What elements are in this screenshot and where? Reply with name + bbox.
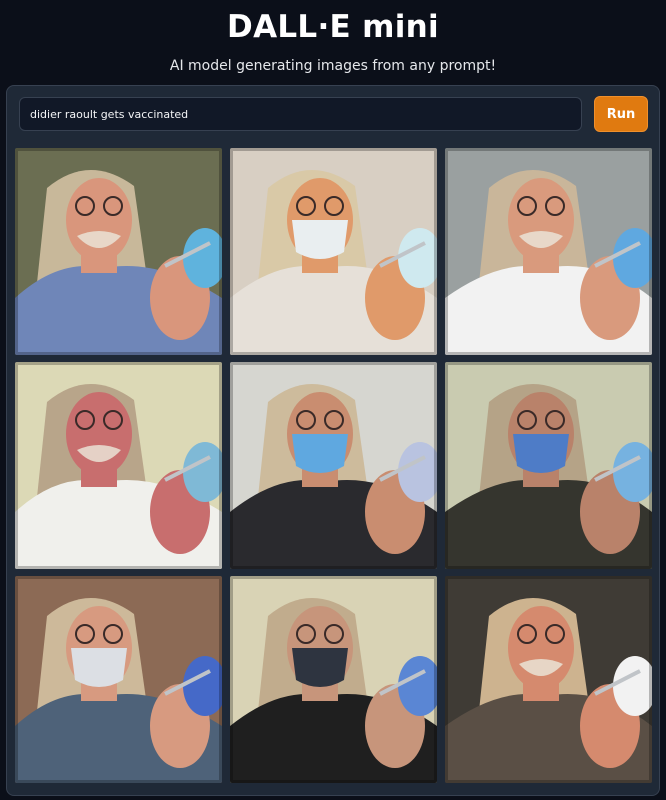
app-title: DALL·E mini bbox=[227, 9, 439, 45]
generated-image-7[interactable] bbox=[15, 576, 222, 783]
generated-image-6[interactable] bbox=[445, 362, 652, 569]
prompt-input[interactable] bbox=[19, 97, 582, 131]
generated-image-2[interactable] bbox=[230, 148, 437, 355]
image-gallery bbox=[15, 148, 652, 788]
main-panel: Run bbox=[6, 85, 660, 796]
generated-image-1[interactable] bbox=[15, 148, 222, 355]
generated-image-5[interactable] bbox=[230, 362, 437, 569]
generated-image-8[interactable] bbox=[230, 576, 437, 783]
run-button[interactable]: Run bbox=[594, 96, 648, 132]
generated-image-9[interactable] bbox=[445, 576, 652, 783]
app-subtitle: AI model generating images from any prom… bbox=[169, 58, 497, 74]
generated-image-3[interactable] bbox=[445, 148, 652, 355]
generated-image-4[interactable] bbox=[15, 362, 222, 569]
